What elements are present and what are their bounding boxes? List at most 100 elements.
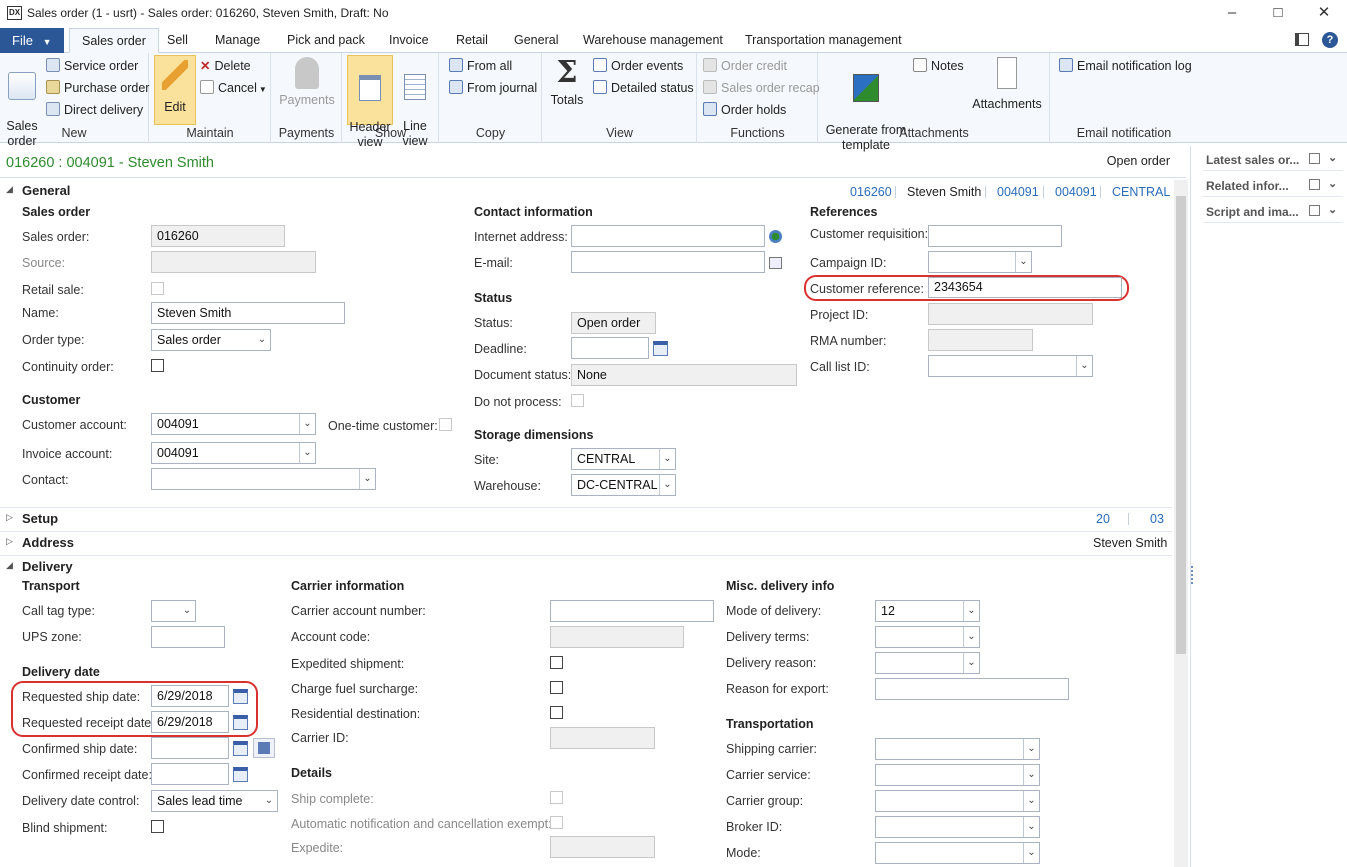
help-icon[interactable]: ? xyxy=(1322,32,1338,48)
summary-invoice-account[interactable]: 004091 xyxy=(1055,185,1097,199)
scrollbar-thumb[interactable] xyxy=(1176,196,1186,654)
tab-pick-and-pack[interactable]: Pick and pack xyxy=(287,28,365,53)
continuity-order-checkbox[interactable] xyxy=(151,359,164,372)
summary-setup-1[interactable]: 20 xyxy=(1096,512,1110,526)
summary-setup-2[interactable]: 03 xyxy=(1150,512,1164,526)
globe-icon[interactable] xyxy=(769,230,782,243)
tab-sales-order[interactable]: Sales order xyxy=(69,28,159,53)
available-dates-button[interactable] xyxy=(253,738,275,758)
direct-delivery-button[interactable]: Direct delivery xyxy=(46,102,143,118)
calendar-icon[interactable] xyxy=(233,715,248,730)
header-view-button[interactable]: Header view xyxy=(347,55,393,149)
name-field[interactable]: Steven Smith xyxy=(151,302,345,324)
ups-zone-field[interactable] xyxy=(151,626,225,648)
factbox-settings-icon[interactable] xyxy=(1309,179,1320,190)
rma-number-field[interactable] xyxy=(928,329,1033,351)
calendar-icon[interactable] xyxy=(233,689,248,704)
call-tag-type-select[interactable]: ⌄ xyxy=(151,600,196,622)
from-journal-button[interactable]: From journal xyxy=(449,80,537,96)
email-field[interactable] xyxy=(571,251,765,273)
carrier-id-field[interactable] xyxy=(550,727,655,749)
customer-account-select[interactable]: 004091 ⌄ xyxy=(151,413,316,435)
tab-general[interactable]: General xyxy=(514,28,558,53)
expedite-field[interactable] xyxy=(550,836,655,858)
mode-of-delivery-select[interactable]: 12 ⌄ xyxy=(875,600,980,622)
chevron-down-icon[interactable]: ⌄ xyxy=(1328,177,1337,190)
auto-notification-exempt-checkbox[interactable] xyxy=(550,816,563,829)
account-code-field[interactable] xyxy=(550,626,684,648)
tab-invoice[interactable]: Invoice xyxy=(389,28,429,53)
call-list-id-select[interactable]: ⌄ xyxy=(928,355,1093,377)
carrier-account-number-field[interactable] xyxy=(550,600,714,622)
from-all-button[interactable]: From all xyxy=(449,58,512,74)
site-select[interactable]: CENTRAL ⌄ xyxy=(571,448,676,470)
factbox-script-and-image[interactable]: Script and ima... ⌄ xyxy=(1203,201,1343,223)
delivery-reason-select[interactable]: ⌄ xyxy=(875,652,980,674)
email-icon[interactable] xyxy=(769,257,782,269)
cancel-button[interactable]: Cancel ▼ xyxy=(200,80,267,98)
requested-receipt-date-field[interactable]: 6/29/2018 xyxy=(151,711,229,733)
shipping-carrier-select[interactable]: ⌄ xyxy=(875,738,1040,760)
section-address-header[interactable]: ▷ Address xyxy=(0,531,1172,553)
tab-manage[interactable]: Manage xyxy=(215,28,260,53)
requested-ship-date-field[interactable]: 6/29/2018 xyxy=(151,685,229,707)
retail-sale-checkbox[interactable] xyxy=(151,282,164,295)
invoice-account-select[interactable]: 004091 ⌄ xyxy=(151,442,316,464)
factbox-settings-icon[interactable] xyxy=(1309,205,1320,216)
confirmed-ship-date-field[interactable] xyxy=(151,737,229,759)
customer-requisition-field[interactable] xyxy=(928,225,1062,247)
charge-fuel-surcharge-checkbox[interactable] xyxy=(550,681,563,694)
minimize-button[interactable]: – xyxy=(1212,2,1252,24)
delivery-date-control-select[interactable]: Sales lead time ⌄ xyxy=(151,790,278,812)
customer-reference-field[interactable]: 2343654 xyxy=(928,277,1122,298)
detailed-status-button[interactable]: Detailed status xyxy=(593,80,694,96)
payments-button[interactable]: Payments xyxy=(278,57,336,108)
blind-shipment-checkbox[interactable] xyxy=(151,820,164,833)
service-order-button[interactable]: Service order xyxy=(46,58,138,74)
internet-address-field[interactable] xyxy=(571,225,765,247)
do-not-process-checkbox[interactable] xyxy=(571,394,584,407)
summary-sales-order[interactable]: 016260 xyxy=(850,185,892,199)
chevron-down-icon[interactable]: ⌄ xyxy=(1328,203,1337,216)
residential-destination-checkbox[interactable] xyxy=(550,706,563,719)
document-status-field[interactable]: None xyxy=(571,364,797,386)
delete-button[interactable]: ✕ Delete xyxy=(200,58,251,74)
order-events-button[interactable]: Order events xyxy=(593,58,683,74)
order-holds-button[interactable]: Order holds xyxy=(703,102,786,118)
confirmed-receipt-date-field[interactable] xyxy=(151,763,229,785)
pane-splitter[interactable] xyxy=(1191,566,1195,584)
panel-toggle-icon[interactable] xyxy=(1295,33,1309,46)
source-field[interactable] xyxy=(151,251,316,273)
order-type-select[interactable]: Sales order ⌄ xyxy=(151,329,271,351)
factbox-settings-icon[interactable] xyxy=(1309,153,1320,164)
totals-button[interactable]: Σ Totals xyxy=(547,57,587,108)
reason-for-export-field[interactable] xyxy=(875,678,1069,700)
deadline-field[interactable] xyxy=(571,337,649,359)
campaign-id-select[interactable]: ⌄ xyxy=(928,251,1032,273)
status-field[interactable]: Open order xyxy=(571,312,656,334)
tab-sell[interactable]: Sell xyxy=(167,28,188,53)
edit-button[interactable]: Edit xyxy=(154,55,196,125)
email-notification-log-button[interactable]: Email notification log xyxy=(1059,58,1192,74)
sales-order-recap-button[interactable]: Sales order recap xyxy=(703,80,820,96)
sales-order-field[interactable]: 016260 xyxy=(151,225,285,247)
one-time-customer-checkbox[interactable] xyxy=(439,418,452,431)
close-button[interactable]: ✕ xyxy=(1304,2,1344,24)
carrier-service-select[interactable]: ⌄ xyxy=(875,764,1040,786)
mode-select[interactable]: ⌄ xyxy=(875,842,1040,864)
contact-select[interactable]: ⌄ xyxy=(151,468,376,490)
maximize-button[interactable]: □ xyxy=(1258,2,1298,24)
factbox-latest-sales-orders[interactable]: Latest sales or... ⌄ xyxy=(1203,149,1343,171)
calendar-icon[interactable] xyxy=(233,767,248,782)
tab-transportation-management[interactable]: Transportation management xyxy=(745,28,902,53)
chevron-down-icon[interactable]: ⌄ xyxy=(1328,151,1337,164)
carrier-group-select[interactable]: ⌄ xyxy=(875,790,1040,812)
delivery-terms-select[interactable]: ⌄ xyxy=(875,626,980,648)
broker-id-select[interactable]: ⌄ xyxy=(875,816,1040,838)
factbox-related-information[interactable]: Related infor... ⌄ xyxy=(1203,175,1343,197)
warehouse-select[interactable]: DC-CENTRAL ⌄ xyxy=(571,474,676,496)
expedited-shipment-checkbox[interactable] xyxy=(550,656,563,669)
attachments-button[interactable]: Attachments xyxy=(969,57,1045,112)
ship-complete-checkbox[interactable] xyxy=(550,791,563,804)
project-id-field[interactable] xyxy=(928,303,1093,325)
